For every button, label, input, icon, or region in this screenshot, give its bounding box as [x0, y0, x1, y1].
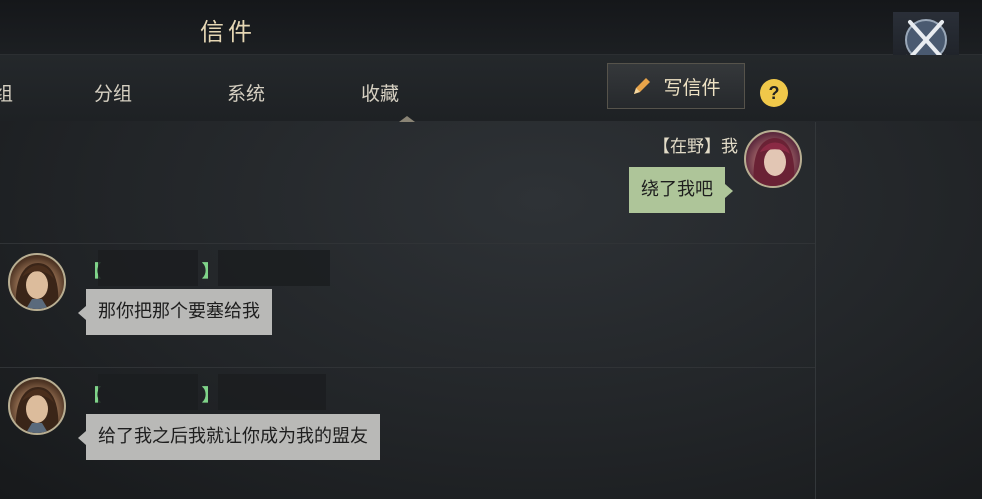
sender-prefix: 【在野】	[653, 137, 721, 157]
message-row[interactable]: 【在野】我 绕了我吧	[0, 122, 815, 244]
redacted-name	[218, 374, 326, 410]
redacted-name	[98, 374, 198, 410]
compose-label: 写信件	[663, 76, 721, 99]
sender-label-close: 】	[202, 381, 219, 406]
message-bubble: 那你把那个要塞给我	[78, 289, 272, 335]
female-warrior-avatar	[753, 138, 795, 186]
window-title: 信件	[200, 18, 256, 46]
message-list[interactable]: 【在野】我 绕了我吧 【 】 那你把那个要塞给我 【 】 给了我之后我就让你成为…	[0, 122, 816, 499]
title-bar: 信件	[0, 0, 982, 55]
bracket-close: 】	[202, 386, 219, 406]
sender-label-close: 】	[202, 257, 219, 282]
help-button[interactable]: ?	[760, 79, 788, 107]
tab-group[interactable]: 分组	[94, 79, 132, 106]
message-row[interactable]: 【 】 给了我之后我就让你成为我的盟友	[0, 367, 815, 499]
message-bubble: 绕了我吧	[629, 167, 733, 213]
tab-bar: 组 分组 系统 收藏	[0, 55, 982, 121]
tab-partial[interactable]: 组	[0, 79, 13, 106]
sender-label: 【在野】我	[653, 132, 738, 157]
bracket-close: 】	[202, 262, 219, 282]
avatar[interactable]	[8, 377, 66, 435]
male-warrior-avatar	[15, 387, 59, 433]
compose-letter-button[interactable]: 写信件	[607, 63, 745, 109]
tab-favorites[interactable]: 收藏	[361, 79, 399, 106]
avatar[interactable]	[8, 253, 66, 311]
male-warrior-avatar	[15, 263, 59, 309]
sender-name: 我	[721, 137, 738, 157]
tab-system[interactable]: 系统	[227, 79, 265, 106]
message-row[interactable]: 【 】 那你把那个要塞给我	[0, 243, 815, 368]
message-bubble: 给了我之后我就让你成为我的盟友	[78, 414, 380, 460]
avatar[interactable]	[744, 130, 802, 188]
pencil-icon	[634, 78, 651, 94]
redacted-name	[218, 250, 330, 286]
redacted-name	[98, 250, 198, 286]
